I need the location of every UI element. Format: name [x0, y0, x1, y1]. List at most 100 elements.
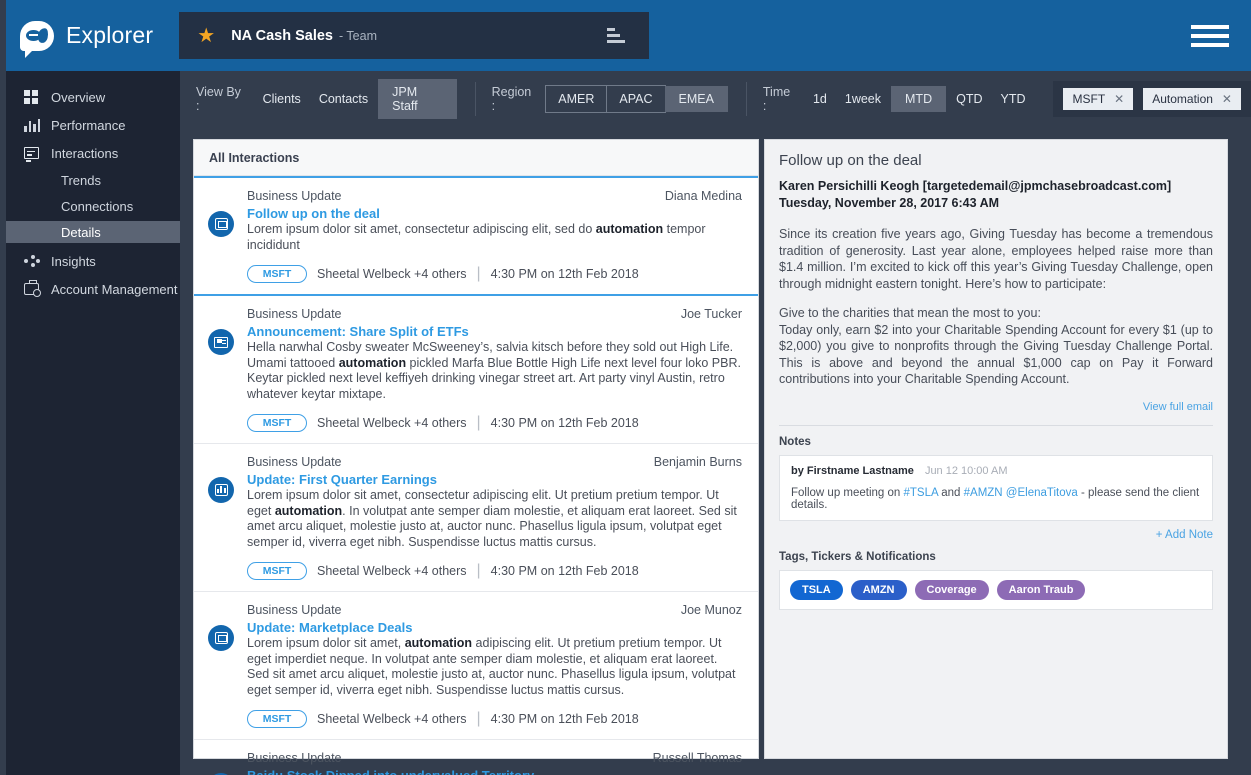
- ticker-badge[interactable]: MSFT: [247, 414, 307, 432]
- row-participants: Sheetal Welbeck +4 others: [317, 712, 467, 726]
- row-timestamp: 4:30 PM on 12th Feb 2018: [490, 267, 639, 281]
- favorite-star-icon[interactable]: ★: [197, 23, 215, 48]
- filter-tag-msft[interactable]: MSFT ✕: [1063, 88, 1134, 110]
- bar-chart-icon: [24, 118, 42, 132]
- notes-label: Notes: [779, 435, 811, 448]
- hashtag-link-amzn[interactable]: #AMZN @ElenaTitova: [964, 487, 1078, 499]
- sidebar-subitem-connections[interactable]: Connections: [6, 195, 180, 217]
- row-participants: Sheetal Welbeck +4 others: [317, 416, 467, 430]
- divider: |: [476, 562, 481, 579]
- note-header: by Firstname Lastname Jun 12 10:00 AM: [791, 465, 1201, 477]
- row-snippet: Lorem ipsum dolor sit amet, consectetur …: [247, 222, 706, 252]
- table-row[interactable]: Business Update Benjamin Burns Update: F…: [194, 444, 758, 592]
- active-filter-tags: MSFT ✕ Automation ✕: [1053, 81, 1251, 117]
- email-icon: [208, 329, 234, 355]
- chat-icon: [24, 147, 42, 159]
- row-title[interactable]: Baidu Stock Dipped into undervalued Terr…: [247, 768, 742, 775]
- row-person: Russell Thomas: [652, 751, 742, 765]
- tag-pill-aaron-traub[interactable]: Aaron Traub: [996, 579, 1086, 600]
- filter-bar: View By : Clients Contacts JPM Staff Reg…: [180, 71, 1251, 127]
- ticker-badge[interactable]: MSFT: [247, 562, 307, 580]
- time-option-ytd[interactable]: YTD: [992, 87, 1033, 111]
- calendar-icon: [208, 211, 234, 237]
- view-by-label: View By :: [196, 85, 241, 113]
- close-icon[interactable]: ✕: [1222, 92, 1232, 106]
- sidebar-label-trends: Trends: [61, 172, 101, 188]
- content-area: All Interactions Business Update Diana M…: [180, 127, 1251, 775]
- row-type: Business Update: [247, 751, 342, 765]
- divider: [474, 82, 476, 116]
- briefcase-icon: [24, 280, 42, 297]
- detail-body: Since its creation five years ago, Givin…: [779, 226, 1213, 388]
- filter-tag-label: MSFT: [1072, 92, 1106, 106]
- sidebar-subitem-details[interactable]: Details: [6, 221, 180, 243]
- table-row[interactable]: Business Update Joe Munoz Update: Market…: [194, 592, 758, 740]
- view-full-email-link[interactable]: View full email: [779, 401, 1213, 413]
- sidebar-subitem-trends[interactable]: Trends: [6, 169, 180, 191]
- divider: |: [476, 710, 481, 727]
- grid-icon: [24, 90, 42, 104]
- tag-pill-amzn[interactable]: AMZN: [850, 579, 907, 600]
- row-person: Joe Tucker: [680, 307, 742, 321]
- row-title[interactable]: Update: First Quarter Earnings: [247, 472, 742, 487]
- table-row[interactable]: Business Update Russell Thomas Baidu Sto…: [194, 740, 758, 775]
- row-type: Business Update: [247, 603, 342, 617]
- hashtag-link-tsla[interactable]: #TSLA: [904, 487, 939, 499]
- time-option-mtd[interactable]: MTD: [891, 86, 947, 112]
- sort-bars-icon[interactable]: [607, 28, 626, 43]
- detail-date: Tuesday, November 28, 2017 6:43 AM: [779, 196, 1000, 210]
- time-option-1d[interactable]: 1d: [805, 87, 835, 111]
- app-window: Explorer ★ NA Cash Sales - Team Overview…: [0, 0, 1251, 775]
- tags-label: Tags, Tickers & Notifications: [779, 550, 936, 563]
- add-note-button[interactable]: + Add Note: [779, 529, 1213, 541]
- view-by-option-jpm-staff[interactable]: JPM Staff: [378, 79, 457, 119]
- ticker-badge[interactable]: MSFT: [247, 710, 307, 728]
- sidebar-item-account-management[interactable]: Account Management: [6, 277, 180, 301]
- region-label: Region :: [491, 85, 532, 113]
- sidebar: Overview Performance Interactions Trends…: [6, 71, 180, 775]
- divider: [779, 424, 1213, 426]
- tag-pill-tsla[interactable]: TSLA: [790, 579, 843, 600]
- sidebar-item-interactions[interactable]: Interactions: [6, 141, 180, 165]
- row-participants: Sheetal Welbeck +4 others: [317, 564, 467, 578]
- note-text: Follow up meeting on #TSLA and #AMZN @El…: [791, 486, 1200, 511]
- top-bar: Explorer ★ NA Cash Sales - Team: [6, 0, 1251, 71]
- time-label: Time :: [762, 85, 791, 113]
- detail-sender: Karen Persichilli Keogh [targetedemail@j…: [779, 179, 1172, 193]
- table-row[interactable]: Business Update Diana Medina Follow up o…: [194, 176, 758, 296]
- sidebar-label-connections: Connections: [61, 198, 134, 214]
- menu-hamburger-icon[interactable]: [1191, 24, 1229, 47]
- sidebar-label-performance: Performance: [51, 117, 126, 133]
- tags-container: TSLA AMZN Coverage Aaron Traub: [779, 569, 1213, 610]
- row-snippet: Lorem ipsum dolor sit amet, automation a…: [247, 636, 736, 697]
- filter-tag-automation[interactable]: Automation ✕: [1143, 88, 1241, 110]
- row-title[interactable]: Follow up on the deal: [247, 206, 742, 221]
- sidebar-label-overview: Overview: [51, 89, 106, 105]
- sidebar-label-account-management: Account Management: [51, 281, 178, 297]
- time-option-1week[interactable]: 1week: [837, 87, 889, 111]
- row-title[interactable]: Announcement: Share Split of ETFs: [247, 324, 742, 339]
- table-row[interactable]: Business Update Joe Tucker Announcement:…: [194, 296, 758, 444]
- row-type: Business Update: [247, 307, 342, 321]
- row-type: Business Update: [247, 455, 342, 469]
- row-snippet: Hella narwhal Cosby sweater McSweeney’s,…: [247, 340, 741, 401]
- region-option-apac[interactable]: APAC: [606, 85, 666, 113]
- tag-pill-coverage[interactable]: Coverage: [914, 579, 989, 600]
- sidebar-item-overview[interactable]: Overview: [6, 85, 180, 109]
- row-timestamp: 4:30 PM on 12th Feb 2018: [490, 416, 639, 430]
- time-option-qtd[interactable]: QTD: [948, 87, 990, 111]
- note-timestamp: Jun 12 10:00 AM: [924, 464, 1008, 477]
- note-card[interactable]: by Firstname Lastname Jun 12 10:00 AM Fo…: [779, 454, 1213, 521]
- region-option-amer[interactable]: AMER: [545, 85, 608, 113]
- view-by-option-contacts[interactable]: Contacts: [311, 87, 376, 111]
- app-logo[interactable]: Explorer: [20, 20, 153, 58]
- region-option-emea[interactable]: EMEA: [664, 86, 728, 112]
- view-by-option-clients[interactable]: Clients: [255, 87, 309, 111]
- close-icon[interactable]: ✕: [1114, 92, 1124, 106]
- row-title[interactable]: Update: Marketplace Deals: [247, 620, 742, 635]
- ticker-badge[interactable]: MSFT: [247, 265, 307, 283]
- sidebar-item-insights[interactable]: Insights: [6, 249, 180, 273]
- note-author: by Firstname Lastname: [791, 464, 914, 477]
- sidebar-item-performance[interactable]: Performance: [6, 113, 180, 137]
- workspace-title-bar[interactable]: ★ NA Cash Sales - Team: [179, 12, 650, 59]
